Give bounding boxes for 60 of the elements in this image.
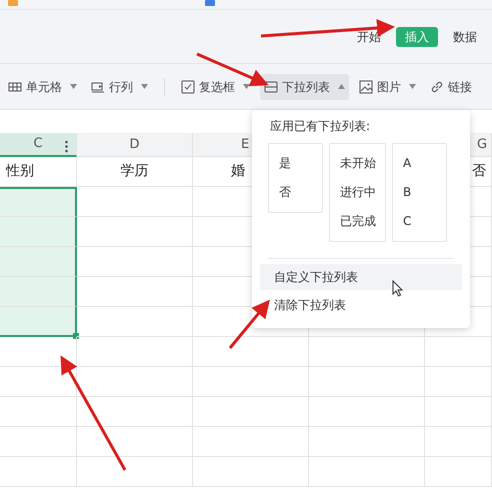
- menu-title: 应用已有下拉列表:: [269, 118, 372, 135]
- table-cell[interactable]: [77, 217, 193, 247]
- table-cell[interactable]: [309, 427, 425, 457]
- row-insert-icon: [91, 80, 105, 94]
- app-icon[interactable]: [205, 0, 215, 6]
- link-icon: [430, 80, 444, 94]
- table-cell[interactable]: [309, 367, 425, 397]
- table-cell[interactable]: [309, 337, 425, 367]
- table-cell[interactable]: [0, 337, 77, 367]
- table-cell[interactable]: [77, 247, 193, 277]
- selected-cell[interactable]: [0, 187, 77, 217]
- table-cell[interactable]: [425, 337, 492, 367]
- table-cell[interactable]: [0, 367, 77, 397]
- table-cell[interactable]: [0, 397, 77, 427]
- image-icon: [359, 80, 373, 94]
- preset-list-option[interactable]: A B C: [392, 143, 447, 242]
- table-cell[interactable]: [77, 397, 193, 427]
- table-cell[interactable]: [0, 427, 77, 457]
- table-cell[interactable]: [77, 367, 193, 397]
- selected-cell[interactable]: [0, 277, 77, 307]
- table-cell[interactable]: [309, 397, 425, 427]
- table-cell[interactable]: [425, 397, 492, 427]
- toolbar-button[interactable]: 图片: [355, 74, 420, 100]
- preset-list-option[interactable]: 未开始 进行中 已完成: [329, 143, 386, 242]
- table-cell[interactable]: [425, 427, 492, 457]
- table-cell[interactable]: [77, 277, 193, 307]
- selected-cell[interactable]: [0, 307, 77, 337]
- table-cell[interactable]: [309, 457, 425, 487]
- app-icon[interactable]: [8, 0, 18, 6]
- toolbar-button[interactable]: 链接: [426, 74, 476, 100]
- toolbar-button[interactable]: 行列: [87, 74, 152, 100]
- table-cell[interactable]: [193, 427, 309, 457]
- table-cell[interactable]: [77, 337, 193, 367]
- table-cell[interactable]: [193, 367, 309, 397]
- toolbar-button[interactable]: 单元格: [4, 74, 81, 100]
- menu-item[interactable]: 自定义下拉列表: [260, 264, 462, 290]
- grid-icon: [8, 80, 22, 94]
- table-cell[interactable]: [193, 457, 309, 487]
- menu-item[interactable]: 清除下拉列表: [260, 292, 462, 318]
- table-cell[interactable]: [77, 457, 193, 487]
- toolbar-button[interactable]: 下拉列表: [260, 74, 349, 100]
- table-cell[interactable]: [425, 367, 492, 397]
- table-cell[interactable]: [77, 307, 193, 337]
- table-cell[interactable]: [193, 337, 309, 367]
- table-cell[interactable]: [77, 427, 193, 457]
- table-cell[interactable]: [193, 397, 309, 427]
- dropdown-list-icon: [264, 80, 278, 94]
- checkbox-icon: [181, 80, 195, 94]
- table-cell[interactable]: 学历: [77, 157, 193, 187]
- toolbar-button[interactable]: 复选框: [177, 74, 254, 100]
- mouse-cursor-icon: [392, 280, 404, 297]
- table-cell[interactable]: [0, 457, 77, 487]
- table-cell[interactable]: [425, 457, 492, 487]
- column-header[interactable]: C: [0, 133, 77, 157]
- table-cell[interactable]: [77, 187, 193, 217]
- preset-list-option[interactable]: 是 否: [268, 143, 323, 213]
- column-header[interactable]: D: [77, 133, 193, 157]
- tab[interactable]: 数据: [444, 26, 486, 46]
- selected-cell[interactable]: [0, 217, 77, 247]
- selected-cell[interactable]: [0, 247, 77, 277]
